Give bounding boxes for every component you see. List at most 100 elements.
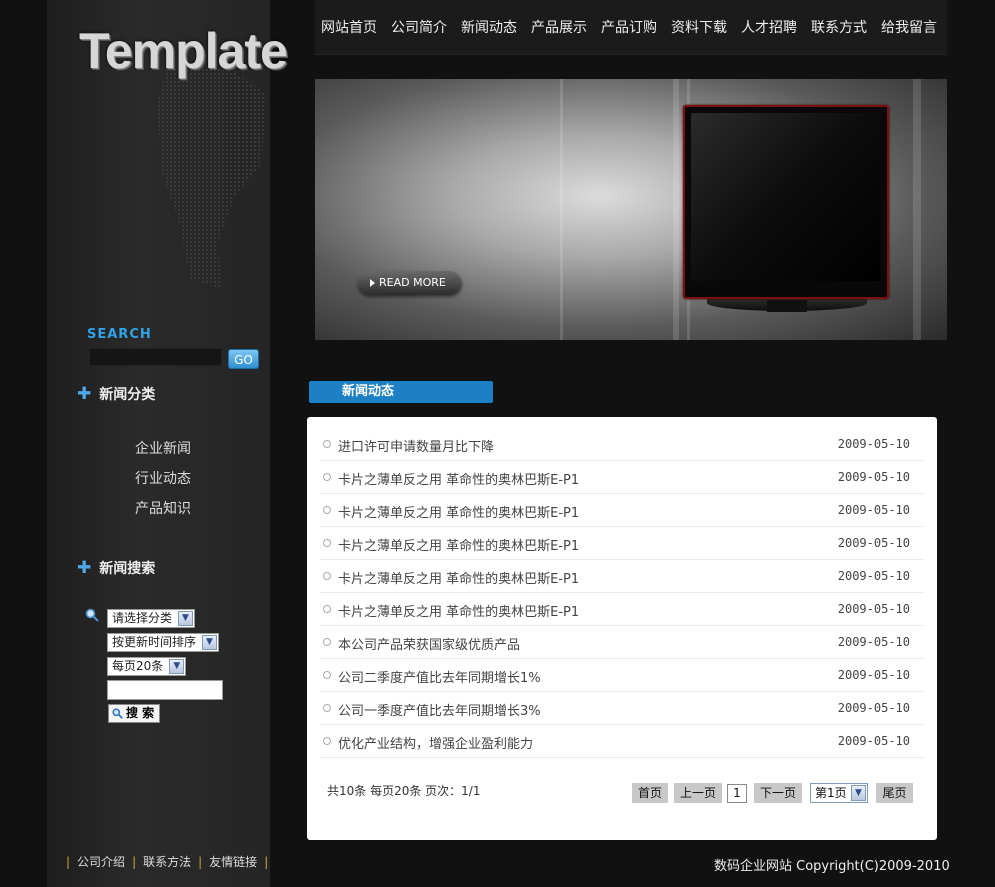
chevron-down-icon: ▼ bbox=[178, 611, 194, 626]
category-link-industry-news[interactable]: 行业动态 bbox=[135, 468, 191, 488]
nav-contact[interactable]: 联系方式 bbox=[811, 17, 867, 37]
news-search-button-label: 搜 索 bbox=[126, 706, 155, 720]
bullet-icon bbox=[323, 506, 331, 514]
plus-icon: ✚ bbox=[77, 558, 92, 578]
news-title[interactable]: 卡片之薄单反之用 革命性的奥林巴斯E-P1 bbox=[338, 568, 579, 587]
news-title[interactable]: 优化产业结构，增强企业盈利能力 bbox=[338, 733, 533, 752]
nav-order[interactable]: 产品订购 bbox=[601, 17, 657, 37]
footer-link-about[interactable]: 公司介绍 bbox=[77, 855, 125, 869]
news-row[interactable]: 卡片之薄单反之用 革命性的奥林巴斯E-P1 2009-05-10 bbox=[320, 527, 923, 560]
news-title[interactable]: 公司一季度产值比去年同期增长3% bbox=[338, 700, 541, 719]
top-navigation: 网站首页 公司简介 新闻动态 产品展示 产品订购 资料下载 人才招聘 联系方式 … bbox=[315, 0, 947, 55]
category-select[interactable]: 请选择分类 ▼ bbox=[107, 609, 196, 628]
news-title[interactable]: 本公司产品荣获国家级优质产品 bbox=[338, 634, 520, 653]
news-list-panel: 进口许可申请数量月比下降 2009-05-10 卡片之薄单反之用 革命性的奥林巴斯… bbox=[307, 417, 937, 840]
read-more-label: READ MORE bbox=[379, 276, 446, 289]
nav-downloads[interactable]: 资料下载 bbox=[671, 17, 727, 37]
bullet-icon bbox=[323, 473, 331, 481]
nav-products[interactable]: 产品展示 bbox=[531, 17, 587, 37]
nav-home[interactable]: 网站首页 bbox=[321, 17, 377, 37]
news-row[interactable]: 本公司产品荣获国家级优质产品 2009-05-10 bbox=[320, 626, 923, 659]
site-logo[interactable]: Template bbox=[79, 22, 288, 80]
bullet-icon bbox=[323, 605, 331, 613]
footer-links: | 公司介绍 | 联系方法 | 友情链接 | bbox=[66, 855, 269, 869]
footer-link-friends[interactable]: 友情链接 bbox=[209, 855, 257, 869]
news-date: 2009-05-10 bbox=[837, 668, 910, 682]
news-row[interactable]: 公司二季度产值比去年同期增长1% 2009-05-10 bbox=[320, 659, 923, 692]
search-icon bbox=[112, 708, 123, 719]
prev-page-button[interactable]: 上一页 bbox=[674, 783, 722, 803]
page-jump-select[interactable]: 第1页 ▼ bbox=[810, 783, 868, 803]
news-title[interactable]: 公司二季度产值比去年同期增长1% bbox=[338, 667, 541, 686]
news-date: 2009-05-10 bbox=[837, 701, 910, 715]
sort-select-value: 按更新时间排序 bbox=[112, 635, 197, 649]
play-arrow-icon bbox=[370, 279, 375, 287]
pager-info: 共10条 每页20条 页次：1/1 bbox=[327, 784, 481, 798]
world-map-decoration bbox=[157, 60, 267, 290]
chevron-down-icon: ▼ bbox=[202, 635, 218, 650]
news-title[interactable]: 卡片之薄单反之用 革命性的奥林巴斯E-P1 bbox=[338, 502, 579, 521]
news-search-button[interactable]: 搜 索 bbox=[108, 704, 160, 723]
category-link-product-knowledge[interactable]: 产品知识 bbox=[135, 498, 191, 518]
bullet-icon bbox=[323, 440, 331, 448]
news-date: 2009-05-10 bbox=[837, 635, 910, 649]
go-button[interactable]: GO bbox=[228, 349, 259, 369]
magnifier-icon bbox=[85, 608, 99, 622]
bullet-icon bbox=[323, 572, 331, 580]
page-jump-value: 第1页 bbox=[815, 786, 847, 800]
site-search-input[interactable] bbox=[89, 348, 222, 366]
news-row[interactable]: 卡片之薄单反之用 革命性的奥林巴斯E-P1 2009-05-10 bbox=[320, 494, 923, 527]
keyword-input[interactable] bbox=[107, 680, 223, 700]
bullet-icon bbox=[323, 704, 331, 712]
bullet-icon bbox=[323, 539, 331, 547]
banner-stripe bbox=[913, 79, 921, 340]
per-page-select[interactable]: 每页20条 ▼ bbox=[107, 657, 187, 676]
search-label: SEARCH bbox=[87, 327, 152, 342]
copyright-text: 数码企业网站 Copyright(C)2009-2010 bbox=[714, 859, 950, 874]
footer-link-contact[interactable]: 联系方法 bbox=[143, 855, 191, 869]
news-search-heading: ✚ 新闻搜索 bbox=[77, 558, 155, 578]
last-page-button[interactable]: 尾页 bbox=[876, 783, 913, 803]
news-row[interactable]: 公司一季度产值比去年同期增长3% 2009-05-10 bbox=[320, 692, 923, 725]
news-date: 2009-05-10 bbox=[837, 536, 910, 550]
news-section-tab: 新闻动态 bbox=[309, 381, 493, 403]
news-row[interactable]: 卡片之薄单反之用 革命性的奥林巴斯E-P1 2009-05-10 bbox=[320, 593, 923, 626]
news-row[interactable]: 卡片之薄单反之用 革命性的奥林巴斯E-P1 2009-05-10 bbox=[320, 560, 923, 593]
chevron-down-icon: ▼ bbox=[169, 659, 185, 674]
next-page-button[interactable]: 下一页 bbox=[754, 783, 802, 803]
news-row[interactable]: 卡片之薄单反之用 革命性的奥林巴斯E-P1 2009-05-10 bbox=[320, 461, 923, 494]
plus-icon: ✚ bbox=[77, 384, 92, 404]
per-page-select-value: 每页20条 bbox=[112, 659, 164, 673]
news-title[interactable]: 进口许可申请数量月比下降 bbox=[338, 436, 494, 455]
news-date: 2009-05-10 bbox=[837, 503, 910, 517]
bullet-icon bbox=[323, 638, 331, 646]
first-page-button[interactable]: 首页 bbox=[632, 783, 668, 803]
nav-jobs[interactable]: 人才招聘 bbox=[741, 17, 797, 37]
news-title[interactable]: 卡片之薄单反之用 革命性的奥林巴斯E-P1 bbox=[338, 469, 579, 488]
banner-stripe bbox=[673, 79, 679, 340]
read-more-button[interactable]: READ MORE bbox=[357, 271, 461, 295]
sidebar: Template SEARCH GO ✚ 新闻分类 企业新闻 行业动态 产品知识 … bbox=[47, 0, 288, 887]
category-link-company-news[interactable]: 企业新闻 bbox=[135, 438, 191, 458]
news-date: 2009-05-10 bbox=[837, 437, 910, 451]
news-date: 2009-05-10 bbox=[837, 470, 910, 484]
category-select-value: 请选择分类 bbox=[112, 611, 173, 625]
bullet-icon bbox=[323, 671, 331, 679]
nav-about[interactable]: 公司简介 bbox=[391, 17, 447, 37]
news-search-title: 新闻搜索 bbox=[99, 561, 156, 577]
nav-guestbook[interactable]: 给我留言 bbox=[881, 17, 937, 37]
news-title[interactable]: 卡片之薄单反之用 革命性的奥林巴斯E-P1 bbox=[338, 601, 579, 620]
news-title[interactable]: 卡片之薄单反之用 革命性的奥林巴斯E-P1 bbox=[338, 535, 579, 554]
news-row[interactable]: 优化产业结构，增强企业盈利能力 2009-05-10 bbox=[320, 725, 923, 758]
news-date: 2009-05-10 bbox=[837, 602, 910, 616]
tv-image bbox=[683, 105, 889, 299]
news-date: 2009-05-10 bbox=[837, 734, 910, 748]
bullet-icon bbox=[323, 737, 331, 745]
chevron-down-icon: ▼ bbox=[851, 785, 866, 801]
news-row[interactable]: 进口许可申请数量月比下降 2009-05-10 bbox=[320, 428, 923, 461]
sort-select[interactable]: 按更新时间排序 ▼ bbox=[107, 633, 220, 652]
current-page-number[interactable]: 1 bbox=[727, 784, 747, 803]
banner-stripe bbox=[560, 79, 563, 340]
nav-news[interactable]: 新闻动态 bbox=[461, 17, 517, 37]
tv-stand-neck bbox=[767, 300, 807, 312]
